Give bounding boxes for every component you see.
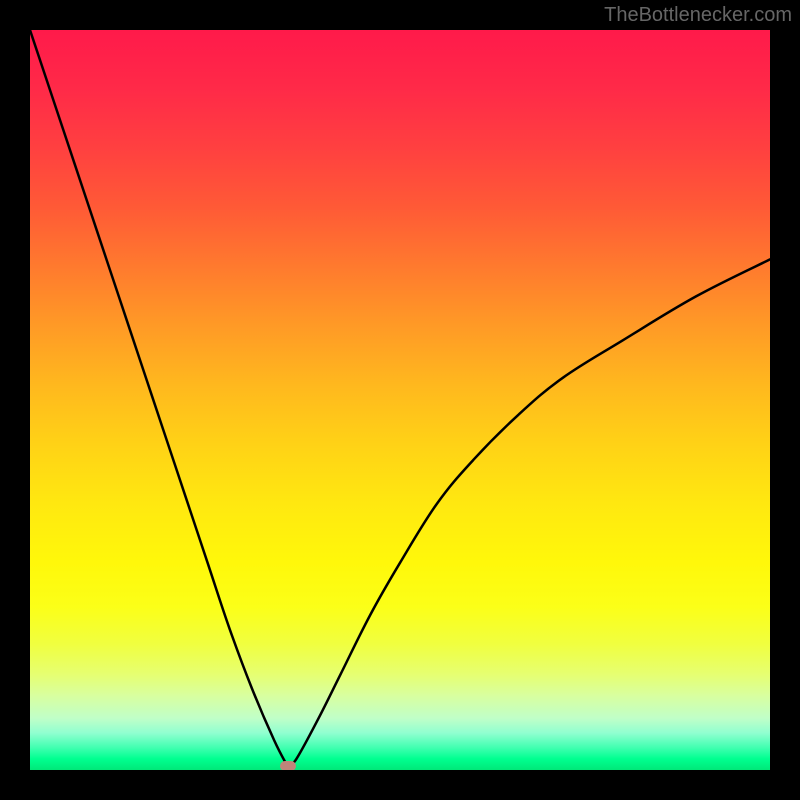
plot-area (30, 30, 770, 770)
attribution-text: TheBottlenecker.com (604, 4, 792, 27)
optimum-marker (280, 761, 296, 770)
bottleneck-curve (30, 30, 770, 770)
